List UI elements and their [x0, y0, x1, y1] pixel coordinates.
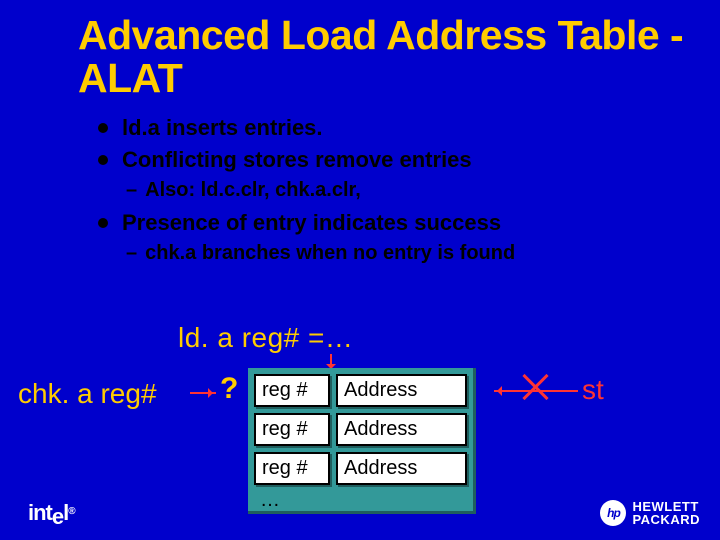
question-mark: ? — [220, 372, 238, 406]
addr-cell: Address — [336, 413, 467, 446]
addr-cell: Address — [336, 374, 467, 407]
dash-icon: – — [126, 242, 137, 265]
sub-bullet-item: – chk.a branches when no entry is found — [98, 242, 720, 265]
reg-cell: reg # — [254, 413, 330, 446]
bullet-list: ld.a inserts entries. Conflicting stores… — [0, 100, 720, 265]
table-row: reg # Address — [254, 413, 467, 446]
table-row: reg # Address — [254, 374, 467, 407]
hp-circle-icon: hp — [600, 500, 626, 526]
st-label: st — [582, 374, 604, 406]
dash-icon: – — [126, 179, 137, 202]
bullet-text: ld.a inserts entries. — [122, 115, 323, 141]
sub-bullet-text: chk.a branches when no entry is found — [145, 242, 515, 265]
bullet-item: Conflicting stores remove entries — [98, 147, 720, 173]
hp-text: HEWLETT PACKARD — [632, 500, 700, 526]
arrow-icon — [190, 392, 216, 394]
bullet-dot-icon — [98, 123, 108, 133]
reg-cell: reg # — [254, 374, 330, 407]
addr-cell: Address — [336, 452, 467, 485]
bullet-dot-icon — [98, 218, 108, 228]
hp-line2: PACKARD — [632, 513, 700, 526]
alat-diagram: ld. a reg# =… chk. a reg# ? st reg # Add… — [0, 322, 720, 522]
lda-label: ld. a reg# =… — [178, 322, 353, 354]
alat-table: reg # Address reg # Address reg # Addres… — [248, 368, 476, 514]
cross-icon — [520, 372, 550, 402]
table-ellipsis: … — [254, 491, 467, 509]
slide-title: Advanced Load Address Table - ALAT — [0, 0, 720, 100]
sub-bullet-text: Also: ld.c.clr, chk.a.clr, — [145, 179, 361, 202]
chka-label: chk. a reg# — [18, 378, 157, 410]
intel-logo: intel® — [28, 500, 75, 526]
table-row: reg # Address — [254, 452, 467, 485]
reg-cell: reg # — [254, 452, 330, 485]
bullet-item: Presence of entry indicates success — [98, 210, 720, 236]
hp-logo: hp HEWLETT PACKARD — [600, 500, 700, 526]
sub-bullet-item: – Also: ld.c.clr, chk.a.clr, — [98, 179, 720, 202]
bullet-text: Presence of entry indicates success — [122, 210, 501, 236]
bullet-dot-icon — [98, 155, 108, 165]
bullet-text: Conflicting stores remove entries — [122, 147, 472, 173]
bullet-item: ld.a inserts entries. — [98, 115, 720, 141]
